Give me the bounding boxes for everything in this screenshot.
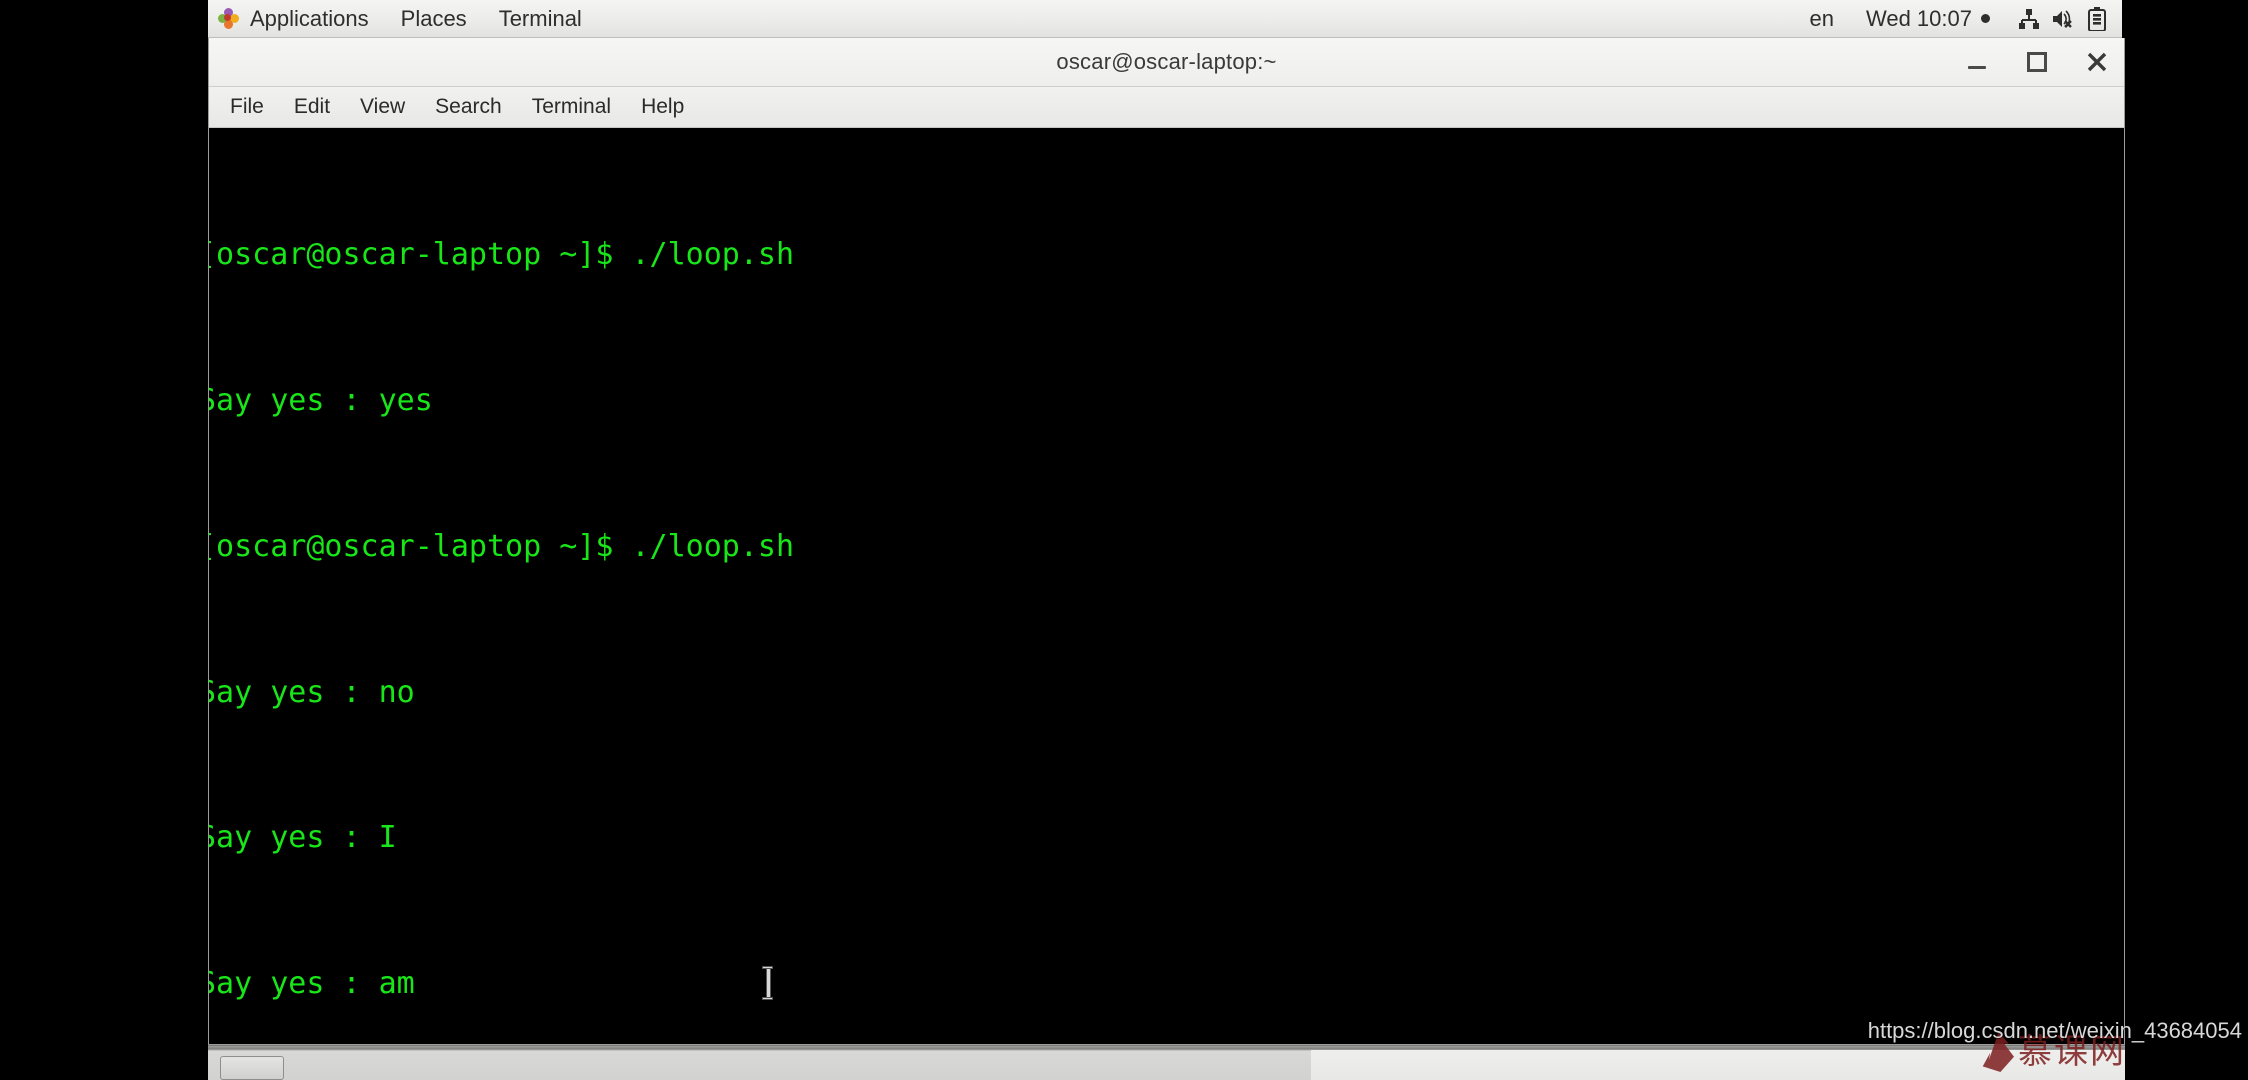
volume-muted-icon[interactable] [2046,0,2080,37]
places-menu[interactable]: Places [385,0,483,37]
minimize-icon [1968,65,1986,69]
top-panel: Applications Places Terminal en Wed 10:0… [208,0,2122,38]
bottom-taskbar [208,1045,2125,1080]
clock-dot-icon [1981,14,1990,23]
window-controls [1964,38,2110,86]
menu-file[interactable]: File [215,91,279,123]
keyboard-layout-indicator[interactable]: en [1794,0,1850,37]
network-icon[interactable] [2012,0,2046,37]
terminal-window: oscar@oscar-laptop:~ File Edit View Sear [208,38,2125,1045]
places-menu-label: Places [400,5,467,31]
clock[interactable]: Wed 10:07 [1850,0,2012,37]
minimize-button[interactable] [1964,49,1990,75]
app-menu-icon [216,5,241,31]
terminal-text: [oscar@oscar-laptop ~]$ ./loop.sh Say ye… [209,134,830,1044]
window-title: oscar@oscar-laptop:~ [1056,49,1277,74]
terminal-output-area[interactable]: [oscar@oscar-laptop ~]$ ./loop.sh Say ye… [209,128,2124,1044]
terminal-menu-label: Terminal [498,5,582,31]
terminal-line: Say yes : no [209,674,415,710]
menu-search[interactable]: Search [420,91,517,123]
terminal-menu[interactable]: Terminal [483,0,598,37]
top-panel-status-area: en Wed 10:07 [1794,0,2123,37]
watermark-logo-text: 慕课网 [2018,1032,2126,1072]
close-icon [2087,52,2107,72]
applications-menu-label: Applications [250,5,369,31]
flame-icon [1982,1032,2014,1072]
top-panel-left-group: Applications Places Terminal [208,0,598,37]
maximize-icon [2027,52,2047,72]
close-button[interactable] [2084,49,2110,75]
terminal-line: Say yes : am [209,966,415,1002]
taskbar-window-button[interactable] [220,1056,284,1080]
menu-help[interactable]: Help [626,91,699,123]
clock-label: Wed 10:07 [1865,5,1972,31]
window-titlebar[interactable]: oscar@oscar-laptop:~ [209,38,2124,87]
menu-edit[interactable]: Edit [279,91,345,123]
terminal-line: Say yes : yes [209,382,433,418]
keyboard-layout-label: en [1809,5,1834,31]
menu-view[interactable]: View [345,91,420,123]
watermark-logo: 慕课网 [1980,1032,2126,1072]
battery-icon[interactable] [2080,0,2114,37]
maximize-button[interactable] [2024,49,2050,75]
terminal-line: [oscar@oscar-laptop ~]$ ./loop.sh [209,237,795,273]
menu-terminal[interactable]: Terminal [517,91,626,123]
terminal-line: [oscar@oscar-laptop ~]$ ./loop.sh [209,528,795,564]
terminal-line: Say yes : I [209,820,397,856]
desktop-screen: Applications Places Terminal en Wed 10:0… [0,0,2248,1080]
terminal-menubar: File Edit View Search Terminal Help [209,87,2124,128]
applications-menu[interactable]: Applications [208,0,385,37]
